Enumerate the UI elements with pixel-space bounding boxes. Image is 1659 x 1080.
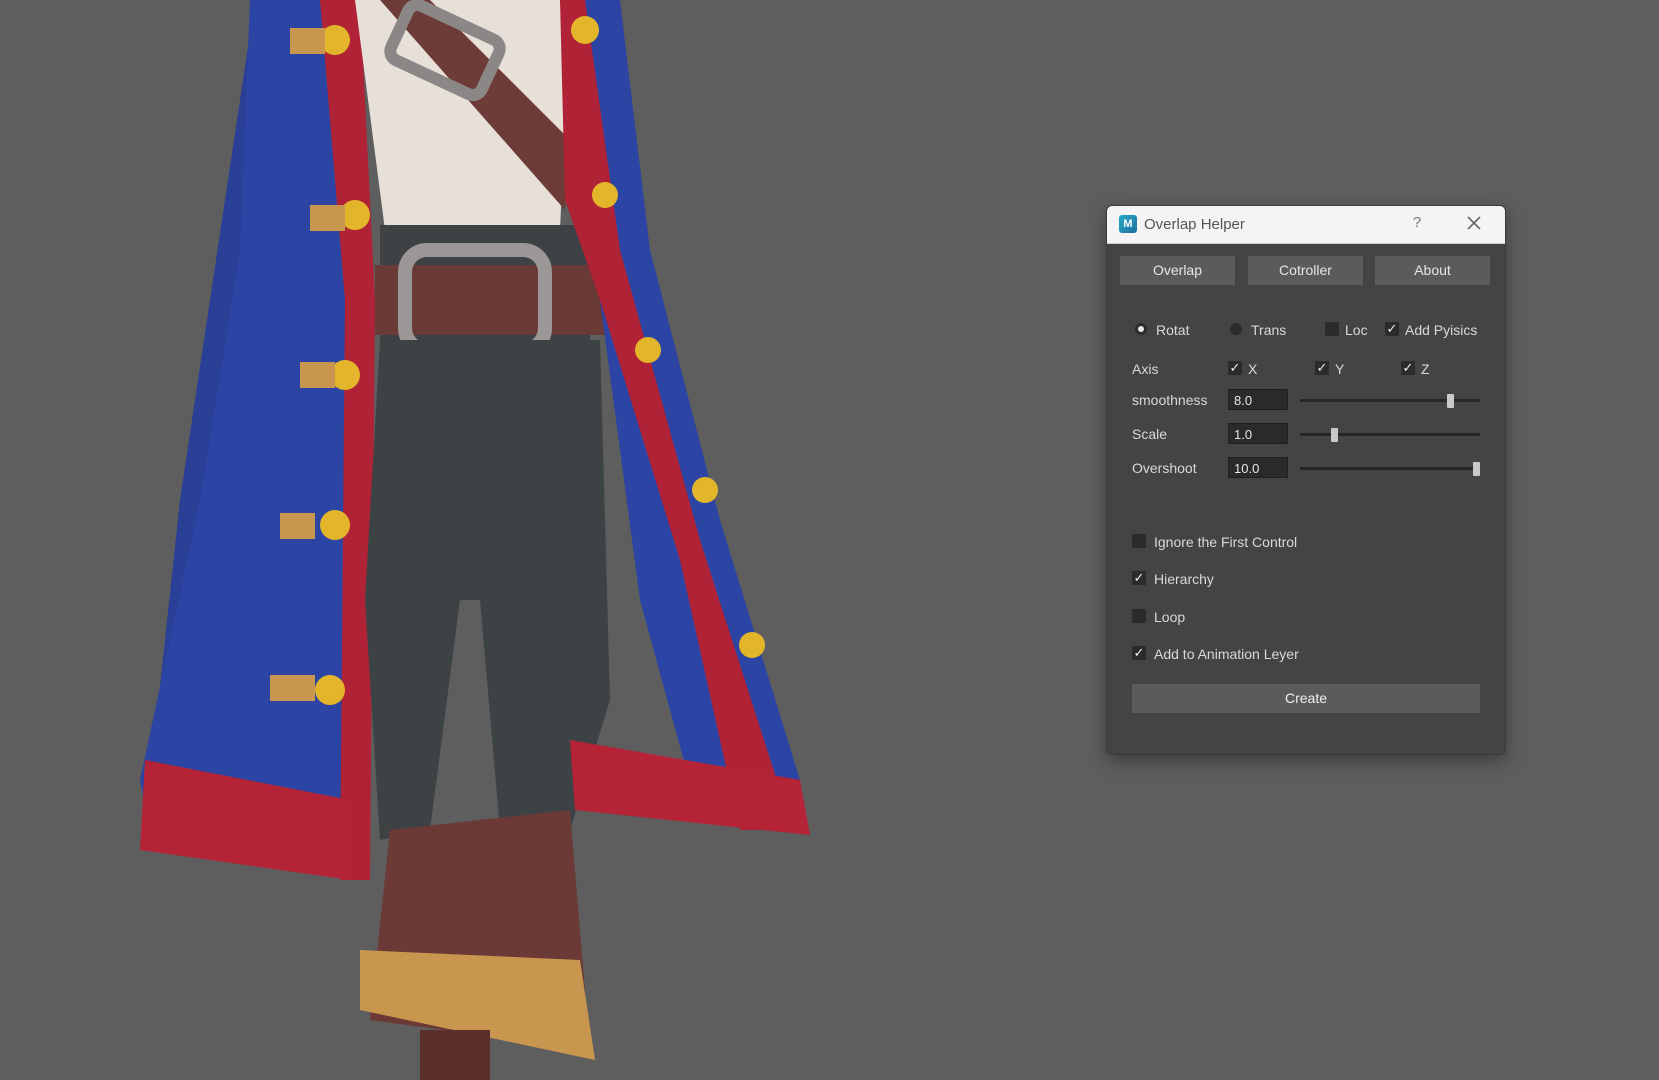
trans-radio[interactable] (1230, 323, 1242, 335)
smoothness-field[interactable]: 8.0 (1228, 389, 1288, 410)
scale-row: Scale 1.0 (1132, 423, 1480, 445)
mode-row: Rotat Trans Loc ✓ Add Pyisics (1132, 319, 1480, 341)
title-bar[interactable]: M Overlap Helper ? (1107, 206, 1505, 244)
ignore-first-row: Ignore the First Control (1132, 531, 1480, 553)
axis-y-label: Y (1335, 361, 1345, 377)
tab-cotroller[interactable]: Cotroller (1248, 256, 1363, 285)
scale-field[interactable]: 1.0 (1228, 423, 1288, 444)
rotat-radio[interactable] (1135, 323, 1147, 335)
add-anim-layer-checkbox[interactable]: ✓ (1132, 646, 1146, 660)
dialog-title: Overlap Helper (1144, 216, 1245, 233)
smoothness-slider[interactable] (1300, 394, 1480, 408)
scale-slider[interactable] (1300, 428, 1480, 442)
scale-label: Scale (1132, 426, 1168, 442)
loc-label: Loc (1345, 322, 1368, 338)
smoothness-slider-thumb[interactable] (1447, 394, 1455, 408)
rotat-label: Rotat (1156, 322, 1190, 338)
overshoot-row: Overshoot 10.0 (1132, 457, 1480, 479)
add-anim-layer-row: ✓ Add to Animation Leyer (1132, 643, 1480, 665)
tab-about[interactable]: About (1375, 256, 1490, 285)
loop-label: Loop (1154, 609, 1186, 625)
smoothness-row: smoothness 8.0 (1132, 389, 1480, 411)
create-button[interactable]: Create (1132, 684, 1480, 713)
axis-label: Axis (1132, 361, 1159, 377)
hierarchy-label: Hierarchy (1154, 571, 1214, 587)
axis-x-label: X (1248, 361, 1258, 377)
help-button[interactable]: ? (1407, 214, 1427, 231)
tab-bar: Overlap Cotroller About (1120, 256, 1492, 286)
axis-row: Axis ✓ X ✓ Y ✓ Z (1132, 358, 1480, 380)
axis-z-label: Z (1421, 361, 1430, 377)
hierarchy-row: ✓ Hierarchy (1132, 568, 1480, 590)
trans-label: Trans (1251, 322, 1287, 338)
overshoot-slider-thumb[interactable] (1473, 462, 1480, 476)
maya-app-icon: M (1119, 215, 1137, 233)
axis-y-checkbox[interactable]: ✓ (1315, 361, 1329, 375)
axis-z-checkbox[interactable]: ✓ (1401, 361, 1415, 375)
overlap-helper-dialog: M Overlap Helper ? Overlap Cotroller Abo… (1106, 205, 1506, 755)
ignore-first-checkbox[interactable] (1132, 534, 1146, 548)
loop-row: Loop (1132, 606, 1480, 628)
loc-checkbox[interactable] (1325, 322, 1339, 336)
overshoot-field[interactable]: 10.0 (1228, 457, 1288, 478)
add-physics-label: Add Pyisics (1405, 322, 1478, 338)
ignore-first-label: Ignore the First Control (1154, 534, 1298, 550)
tab-overlap[interactable]: Overlap (1120, 256, 1235, 285)
overshoot-label: Overshoot (1132, 460, 1197, 476)
close-icon[interactable] (1463, 212, 1485, 234)
smoothness-label: smoothness (1132, 392, 1208, 408)
add-anim-layer-label: Add to Animation Leyer (1154, 646, 1299, 662)
axis-x-checkbox[interactable]: ✓ (1228, 361, 1242, 375)
overshoot-slider[interactable] (1300, 462, 1480, 476)
loop-checkbox[interactable] (1132, 609, 1146, 623)
add-physics-checkbox[interactable]: ✓ (1385, 322, 1399, 336)
scale-slider-thumb[interactable] (1331, 428, 1339, 442)
hierarchy-checkbox[interactable]: ✓ (1132, 571, 1146, 585)
